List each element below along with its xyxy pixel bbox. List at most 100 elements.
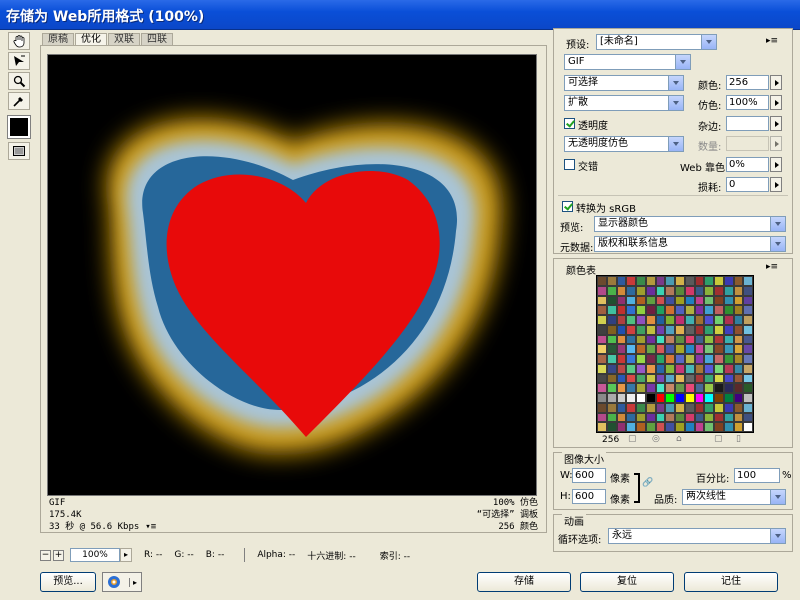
color-swatch[interactable]: [616, 412, 627, 423]
color-swatch[interactable]: [714, 285, 724, 296]
color-swatch[interactable]: [694, 344, 705, 354]
color-swatch[interactable]: [597, 422, 607, 432]
color-swatch[interactable]: [733, 354, 744, 364]
color-swatch[interactable]: [626, 295, 636, 306]
color-swatch[interactable]: [606, 412, 617, 423]
web-snap-field[interactable]: 0%: [726, 157, 769, 172]
color-swatch[interactable]: [645, 422, 656, 432]
color-swatch[interactable]: [723, 422, 734, 432]
color-swatch[interactable]: [704, 412, 714, 423]
color-swatch[interactable]: [723, 402, 734, 413]
color-swatch[interactable]: [723, 276, 734, 286]
color-swatch[interactable]: [684, 344, 695, 354]
color-swatch[interactable]: [636, 373, 646, 384]
image-canvas[interactable]: [47, 54, 537, 496]
color-swatch[interactable]: [597, 324, 607, 335]
color-swatch[interactable]: [626, 315, 636, 325]
color-swatch[interactable]: [694, 373, 705, 384]
color-swatch[interactable]: [714, 305, 724, 315]
color-swatch[interactable]: [655, 383, 666, 393]
metadata-select[interactable]: 版权和联系信息: [594, 236, 786, 252]
color-swatch[interactable]: [645, 344, 656, 354]
color-swatch[interactable]: [714, 334, 724, 345]
color-swatch[interactable]: [694, 276, 705, 286]
color-table-menu-icon[interactable]: ▸≡: [766, 262, 778, 272]
color-swatch[interactable]: [645, 285, 656, 296]
color-swatch[interactable]: [714, 354, 724, 364]
color-swatch[interactable]: [636, 363, 646, 374]
color-swatch[interactable]: [616, 315, 627, 325]
color-swatch[interactable]: [694, 422, 705, 432]
color-swatch[interactable]: [616, 422, 627, 432]
color-swatch[interactable]: [636, 285, 646, 296]
trash-icon[interactable]: ▯: [736, 434, 741, 444]
color-swatch[interactable]: [723, 305, 734, 315]
color-swatch[interactable]: [597, 315, 607, 325]
color-swatch[interactable]: [694, 402, 705, 413]
color-swatch[interactable]: [665, 402, 675, 413]
color-swatch[interactable]: [733, 276, 744, 286]
color-swatch[interactable]: [704, 334, 714, 345]
color-swatch[interactable]: [743, 285, 753, 296]
color-swatch[interactable]: [675, 276, 685, 286]
zoom-menu-button[interactable]: ▸: [120, 548, 132, 562]
color-swatch[interactable]: [743, 344, 753, 354]
color-swatch[interactable]: [626, 276, 636, 286]
zoom-out-button[interactable]: −: [40, 549, 51, 561]
color-swatch[interactable]: [694, 315, 705, 325]
color-swatch[interactable]: [733, 305, 744, 315]
preview-select[interactable]: 显示器颜色: [594, 216, 786, 232]
color-swatch[interactable]: [655, 412, 666, 423]
color-swatch[interactable]: [626, 412, 636, 423]
color-swatch[interactable]: [694, 412, 705, 423]
color-swatch[interactable]: [733, 373, 744, 384]
color-swatch[interactable]: [743, 422, 753, 432]
color-swatch[interactable]: [665, 393, 675, 403]
color-swatch[interactable]: [645, 383, 656, 393]
color-swatch[interactable]: [704, 285, 714, 296]
color-swatch[interactable]: [714, 373, 724, 384]
color-swatch[interactable]: [626, 354, 636, 364]
color-swatch[interactable]: [743, 393, 753, 403]
color-swatch[interactable]: [694, 324, 705, 335]
color-swatch[interactable]: [645, 295, 656, 306]
download-time-menu-icon[interactable]: ▾≡: [145, 521, 156, 533]
color-swatch[interactable]: [655, 276, 666, 286]
color-swatch[interactable]: [655, 285, 666, 296]
color-swatch[interactable]: [694, 393, 705, 403]
color-swatch[interactable]: [597, 354, 607, 364]
color-swatch[interactable]: [606, 363, 617, 374]
color-swatch[interactable]: [626, 305, 636, 315]
color-swatch[interactable]: [743, 402, 753, 413]
color-swatch[interactable]: [606, 295, 617, 306]
color-swatch[interactable]: [655, 373, 666, 384]
color-swatch[interactable]: [694, 354, 705, 364]
color-swatch[interactable]: [655, 315, 666, 325]
color-swatch[interactable]: [675, 334, 685, 345]
color-swatch[interactable]: [714, 295, 724, 306]
color-swatch[interactable]: [743, 315, 753, 325]
dither-algorithm-select[interactable]: 扩散: [564, 95, 684, 111]
color-swatch[interactable]: [684, 334, 695, 345]
color-swatch[interactable]: [645, 402, 656, 413]
color-swatch[interactable]: [665, 276, 675, 286]
dither-field[interactable]: 100%: [726, 95, 769, 110]
eyedropper-icon[interactable]: [8, 92, 30, 110]
color-swatch[interactable]: [665, 344, 675, 354]
lock-color-icon[interactable]: ⌂: [676, 434, 682, 444]
color-swatch[interactable]: [606, 393, 617, 403]
color-swatch[interactable]: [733, 402, 744, 413]
color-swatch[interactable]: [694, 305, 705, 315]
color-swatch[interactable]: [655, 422, 666, 432]
color-swatch[interactable]: [597, 393, 607, 403]
color-swatch[interactable]: [694, 285, 705, 296]
interlace-checkbox[interactable]: [564, 159, 575, 170]
color-swatch[interactable]: [743, 363, 753, 374]
color-swatch[interactable]: [665, 383, 675, 393]
color-swatch[interactable]: [684, 402, 695, 413]
colors-field[interactable]: 256: [726, 75, 769, 90]
color-swatch[interactable]: [597, 276, 607, 286]
color-swatch[interactable]: [606, 285, 617, 296]
color-swatch[interactable]: [723, 334, 734, 345]
color-swatch[interactable]: [636, 393, 646, 403]
